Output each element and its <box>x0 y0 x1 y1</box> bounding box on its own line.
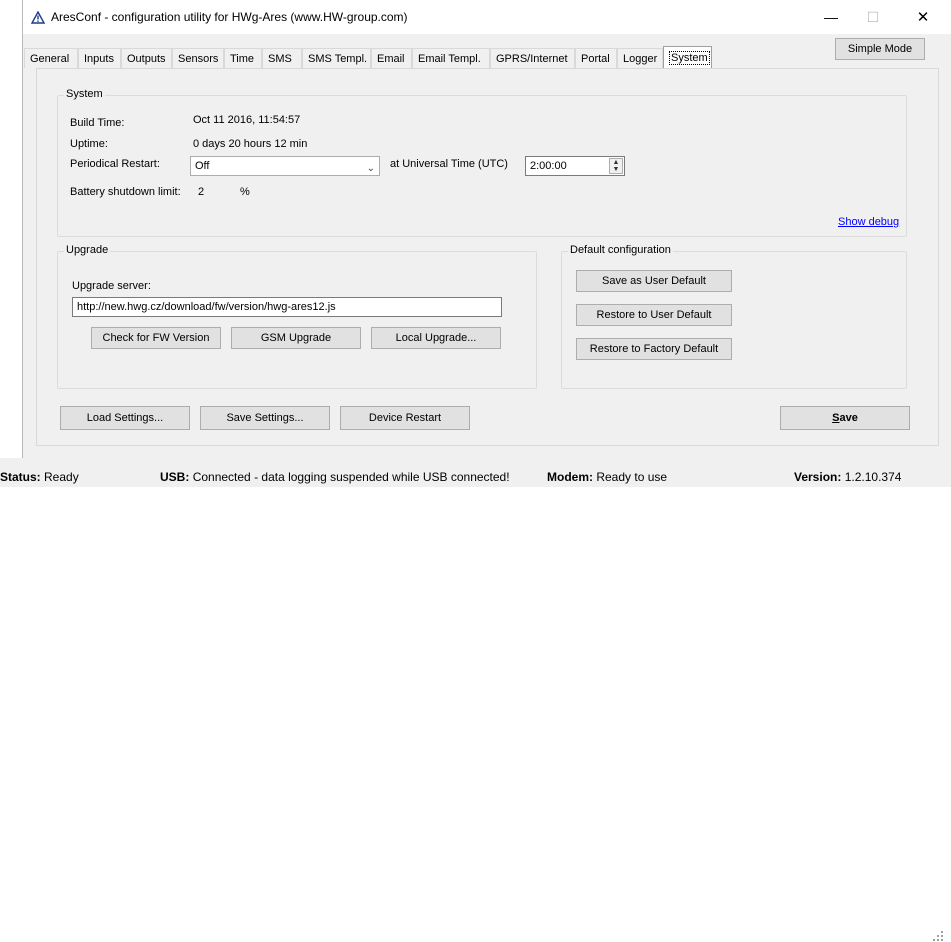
system-group: System Build Time: Oct 11 2016, 11:54:57… <box>57 88 907 237</box>
periodical-restart-label: Periodical Restart: <box>70 158 160 170</box>
title-bar[interactable]: AresConf - configuration utility for HWg… <box>23 0 951 34</box>
tab-email-templ[interactable]: Email Templ. <box>412 48 490 68</box>
tab-general[interactable]: General <box>24 48 78 68</box>
simple-mode-button[interactable]: Simple Mode <box>835 38 925 60</box>
utc-time-value: 2:00:00 <box>530 160 567 172</box>
default-configuration-group: Default configuration Save as User Defau… <box>561 244 907 389</box>
tab-portal[interactable]: Portal <box>575 48 617 68</box>
tab-logger[interactable]: Logger <box>617 48 663 68</box>
utc-time-field[interactable]: 2:00:00 ▲ ▼ <box>525 156 625 176</box>
load-settings-button[interactable]: Load Settings... <box>60 406 190 430</box>
time-spinner[interactable]: ▲ ▼ <box>609 158 623 174</box>
uptime-label: Uptime: <box>70 138 108 150</box>
close-button[interactable]: ✕ <box>901 0 945 34</box>
build-time-value: Oct 11 2016, 11:54:57 <box>193 114 301 126</box>
version-section: Version: 1.2.10.374 <box>794 470 901 484</box>
chevron-down-icon: ⌄ <box>366 163 375 174</box>
device-restart-button[interactable]: Device Restart <box>340 406 470 430</box>
modem-section: Modem: Ready to use <box>547 470 667 484</box>
tab-system[interactable]: System <box>663 46 712 68</box>
restore-factory-default-button[interactable]: Restore to Factory Default <box>576 338 732 360</box>
status-value: Ready <box>44 470 79 484</box>
tab-inputs[interactable]: Inputs <box>78 48 121 68</box>
tab-sms-templ[interactable]: SMS Templ. <box>302 48 371 68</box>
version-value: 1.2.10.374 <box>844 470 902 484</box>
system-group-title: System <box>64 88 105 100</box>
build-time-label: Build Time: <box>70 117 125 129</box>
app-window: AresConf - configuration utility for HWg… <box>22 0 951 487</box>
gsm-upgrade-button[interactable]: GSM Upgrade <box>231 327 361 349</box>
periodical-restart-value: Off <box>195 160 210 172</box>
upgrade-server-label: Upgrade server: <box>72 280 151 292</box>
window-title: AresConf - configuration utility for HWg… <box>51 10 408 24</box>
status-section: Status: Ready <box>0 470 79 484</box>
utc-label: at Universal Time (UTC) <box>390 158 508 170</box>
battery-shutdown-label: Battery shutdown limit: <box>70 186 181 198</box>
usb-section: USB: Connected - data logging suspended … <box>160 470 510 484</box>
tab-outputs[interactable]: Outputs <box>121 48 172 68</box>
battery-percent-unit: % <box>240 186 250 198</box>
status-bar: Status: Ready USB: Connected - data logg… <box>0 458 951 941</box>
periodical-restart-select[interactable]: Off ⌄ <box>190 156 380 176</box>
system-tab-page: System Build Time: Oct 11 2016, 11:54:57… <box>36 68 939 446</box>
modem-value: Ready to use <box>596 470 668 484</box>
upgrade-server-input[interactable]: http://new.hwg.cz/download/fw/version/hw… <box>72 297 502 317</box>
status-label: Status: <box>0 470 41 484</box>
tab-sms[interactable]: SMS <box>262 48 302 68</box>
usb-value: Connected - data logging suspended while… <box>192 470 510 484</box>
resize-grip-icon[interactable] <box>930 930 944 942</box>
upgrade-group: Upgrade Upgrade server: http://new.hwg.c… <box>57 244 537 389</box>
warning-triangle-icon <box>31 11 45 24</box>
save-button-rest: ave <box>839 412 858 424</box>
tab-email[interactable]: Email <box>371 48 412 68</box>
default-configuration-title: Default configuration <box>568 244 673 256</box>
local-upgrade-button[interactable]: Local Upgrade... <box>371 327 501 349</box>
upgrade-group-title: Upgrade <box>64 244 111 256</box>
save-settings-button[interactable]: Save Settings... <box>200 406 330 430</box>
tab-sensors[interactable]: Sensors <box>172 48 224 68</box>
show-debug-link[interactable]: Show debug <box>838 216 899 228</box>
modem-label: Modem: <box>547 470 593 484</box>
tab-time[interactable]: Time <box>224 48 262 68</box>
uptime-value: 0 days 20 hours 12 min <box>193 138 308 150</box>
check-fw-version-button[interactable]: Check for FW Version <box>91 327 221 349</box>
save-button[interactable]: Save <box>780 406 910 430</box>
version-label: Version: <box>794 470 842 484</box>
save-as-user-default-button[interactable]: Save as User Default <box>576 270 732 292</box>
maximize-button[interactable]: ☐ <box>851 0 895 34</box>
tab-gprs-internet[interactable]: GPRS/Internet <box>490 48 575 68</box>
restore-user-default-button[interactable]: Restore to User Default <box>576 304 732 326</box>
usb-label: USB: <box>160 470 190 484</box>
minimize-button[interactable]: — <box>809 0 853 34</box>
battery-shutdown-value[interactable]: 2 <box>198 186 204 198</box>
